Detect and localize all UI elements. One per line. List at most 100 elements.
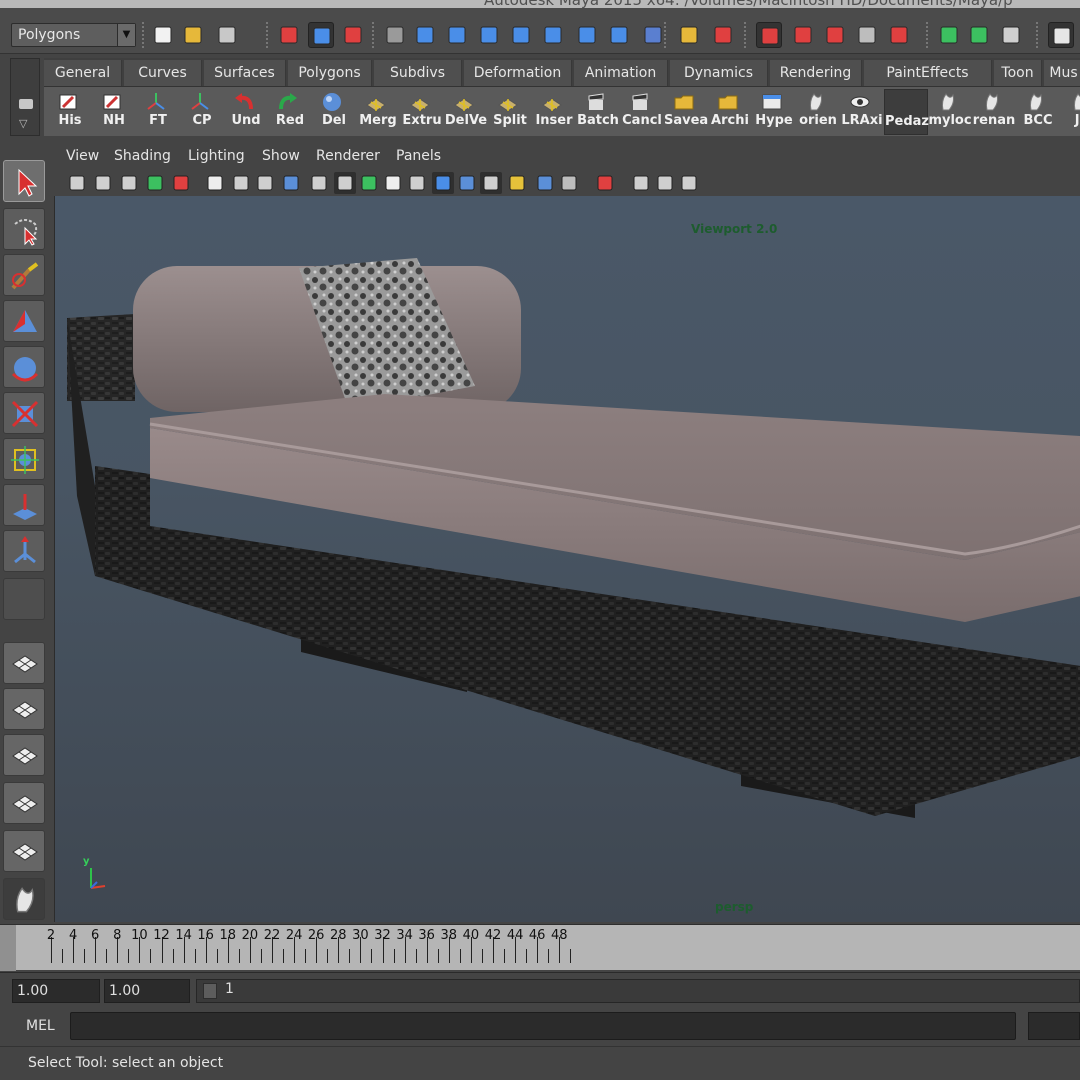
gate-mask-icon[interactable] bbox=[308, 172, 330, 194]
shelf-button-bcc[interactable]: BCC bbox=[1016, 89, 1060, 135]
shelf-tab-polygons[interactable]: Polygons bbox=[288, 60, 372, 86]
shelf-button-archi[interactable]: Archi bbox=[708, 89, 752, 135]
panel-menu-show[interactable]: Show bbox=[262, 148, 300, 164]
hypershade-persp-layout-icon[interactable] bbox=[3, 830, 45, 872]
shelf-button-batch[interactable]: Batch bbox=[576, 89, 620, 135]
xray-joints-icon[interactable] bbox=[654, 172, 676, 194]
history-icon[interactable] bbox=[756, 22, 782, 48]
grease-pencil-icon[interactable] bbox=[204, 172, 226, 194]
render-settings-icon[interactable] bbox=[998, 22, 1024, 48]
resolution-gate-icon[interactable] bbox=[280, 172, 302, 194]
shelf-collapse-icon[interactable]: ▽ bbox=[19, 117, 27, 130]
snap-plane-icon[interactable] bbox=[508, 22, 534, 48]
shelf-button-nh[interactable]: NH bbox=[92, 89, 136, 135]
xray-icon[interactable] bbox=[630, 172, 652, 194]
film-gate-icon[interactable] bbox=[254, 172, 276, 194]
shelf-button-red[interactable]: Red bbox=[268, 89, 312, 135]
snap-view-icon[interactable] bbox=[574, 22, 600, 48]
panel-menu-panels[interactable]: Panels bbox=[396, 148, 441, 164]
last-tool-icon[interactable] bbox=[3, 578, 45, 620]
image-plane-icon[interactable] bbox=[144, 172, 166, 194]
perspective-viewport[interactable]: Viewport 2.0 persp y bbox=[54, 196, 1080, 922]
scale-tool-icon[interactable] bbox=[3, 392, 45, 434]
shelf-button-delve[interactable]: DelVe bbox=[444, 89, 488, 135]
select-component-icon[interactable] bbox=[340, 22, 366, 48]
textured-icon[interactable] bbox=[480, 172, 502, 194]
bookmarks-icon[interactable] bbox=[118, 172, 140, 194]
wireframe-icon[interactable] bbox=[406, 172, 428, 194]
ambient-occlusion-icon[interactable] bbox=[558, 172, 580, 194]
snap-curve-icon[interactable] bbox=[444, 22, 470, 48]
shelf-tab-deformation[interactable]: Deformation bbox=[464, 60, 572, 86]
select-tool-icon[interactable] bbox=[3, 160, 45, 202]
shelf-button-extru[interactable]: Extru bbox=[400, 89, 444, 135]
chevron-down-icon[interactable]: ▼ bbox=[117, 24, 135, 46]
grid-icon[interactable] bbox=[230, 172, 252, 194]
four-pane-layout-icon[interactable] bbox=[3, 688, 45, 730]
menu-set-dropdown[interactable]: Polygons ▼ bbox=[11, 23, 136, 47]
sidebar-toggle-icon[interactable] bbox=[1048, 22, 1074, 48]
show-manipulator-icon[interactable] bbox=[3, 530, 45, 572]
snap-live-icon[interactable] bbox=[540, 22, 566, 48]
help-icon[interactable] bbox=[640, 22, 666, 48]
construction-icon[interactable] bbox=[790, 22, 816, 48]
shelf-tab-painteffects[interactable]: PaintEffects bbox=[864, 60, 992, 86]
soft-mod-icon[interactable] bbox=[3, 484, 45, 526]
shelf-handle[interactable]: ▽ bbox=[10, 58, 40, 136]
panel-menu-lighting[interactable]: Lighting bbox=[188, 148, 245, 164]
shelf-tab-toon[interactable]: Toon bbox=[994, 60, 1042, 86]
shelf-button-his[interactable]: His bbox=[48, 89, 92, 135]
shelf-button-cancl[interactable]: Cancl bbox=[620, 89, 664, 135]
shelf-button-cp[interactable]: CP bbox=[180, 89, 224, 135]
default-material-icon[interactable] bbox=[456, 172, 478, 194]
panel-menu-renderer[interactable]: Renderer bbox=[316, 148, 380, 164]
shelf-tab-general[interactable]: General bbox=[44, 60, 122, 86]
shelf-button-merg[interactable]: Merg bbox=[356, 89, 400, 135]
universal-manip-icon[interactable] bbox=[3, 438, 45, 480]
soft-select-icon[interactable] bbox=[854, 22, 880, 48]
shelf-button-renan[interactable]: renan bbox=[972, 89, 1016, 135]
single-pane-layout-icon[interactable] bbox=[3, 642, 45, 684]
move-tool-icon[interactable] bbox=[3, 300, 45, 342]
new-scene-icon[interactable] bbox=[150, 22, 176, 48]
render-current-icon[interactable] bbox=[936, 22, 962, 48]
symmetry-icon[interactable] bbox=[886, 22, 912, 48]
safe-action-icon[interactable] bbox=[358, 172, 380, 194]
snap-point-icon[interactable] bbox=[476, 22, 502, 48]
shadows-icon[interactable] bbox=[534, 172, 556, 194]
shelf-tab-animation[interactable]: Animation bbox=[574, 60, 668, 86]
time-slider[interactable]: 2 4 6 8 10 12 14 16 18 20 22 24 26 28 30 32 34 36 38 40 42 44… bbox=[0, 924, 1080, 971]
shelf-button-pedaz[interactable]: Pedaz bbox=[884, 89, 929, 135]
persp-graph-layout-icon[interactable] bbox=[3, 782, 45, 824]
select-hierarchy-icon[interactable] bbox=[276, 22, 302, 48]
start-time-field[interactable]: 1.00 bbox=[12, 979, 100, 1003]
open-scene-icon[interactable] bbox=[180, 22, 206, 48]
isolate-select-icon[interactable] bbox=[594, 172, 616, 194]
playback-start-field[interactable]: 1.00 bbox=[104, 979, 190, 1003]
range-slider-handle[interactable] bbox=[203, 983, 217, 999]
filter-icon[interactable] bbox=[382, 22, 408, 48]
outliner-persp-layout-icon[interactable] bbox=[3, 734, 45, 776]
shelf-button-del[interactable]: Del bbox=[312, 89, 356, 135]
shelf-button-inser[interactable]: Inser bbox=[532, 89, 576, 135]
camera-attributes-icon[interactable] bbox=[92, 172, 114, 194]
shelf-button-hype[interactable]: Hype bbox=[752, 89, 796, 135]
2d-pan-zoom-icon[interactable] bbox=[170, 172, 192, 194]
shelf-tab-surfaces[interactable]: Surfaces bbox=[204, 60, 286, 86]
field-chart-icon[interactable] bbox=[334, 172, 356, 194]
select-highlight-icon[interactable] bbox=[710, 22, 736, 48]
shelf-button-ft[interactable]: FT bbox=[136, 89, 180, 135]
script-icon[interactable] bbox=[3, 878, 45, 920]
rotate-tool-icon[interactable] bbox=[3, 346, 45, 388]
shelf-menu-icon[interactable] bbox=[19, 99, 33, 109]
shelf-tab-subdivs[interactable]: Subdivs bbox=[374, 60, 462, 86]
select-camera-icon[interactable] bbox=[66, 172, 88, 194]
lasso-tool-icon[interactable] bbox=[3, 208, 45, 250]
smooth-shade-icon[interactable] bbox=[432, 172, 454, 194]
motion-blur-icon[interactable] bbox=[678, 172, 700, 194]
select-object-icon[interactable] bbox=[308, 22, 334, 48]
safe-title-icon[interactable] bbox=[382, 172, 404, 194]
shelf-tab-rendering[interactable]: Rendering bbox=[770, 60, 862, 86]
shelf-button-jc[interactable]: JC bbox=[1060, 89, 1080, 135]
use-all-lights-icon[interactable] bbox=[506, 172, 528, 194]
